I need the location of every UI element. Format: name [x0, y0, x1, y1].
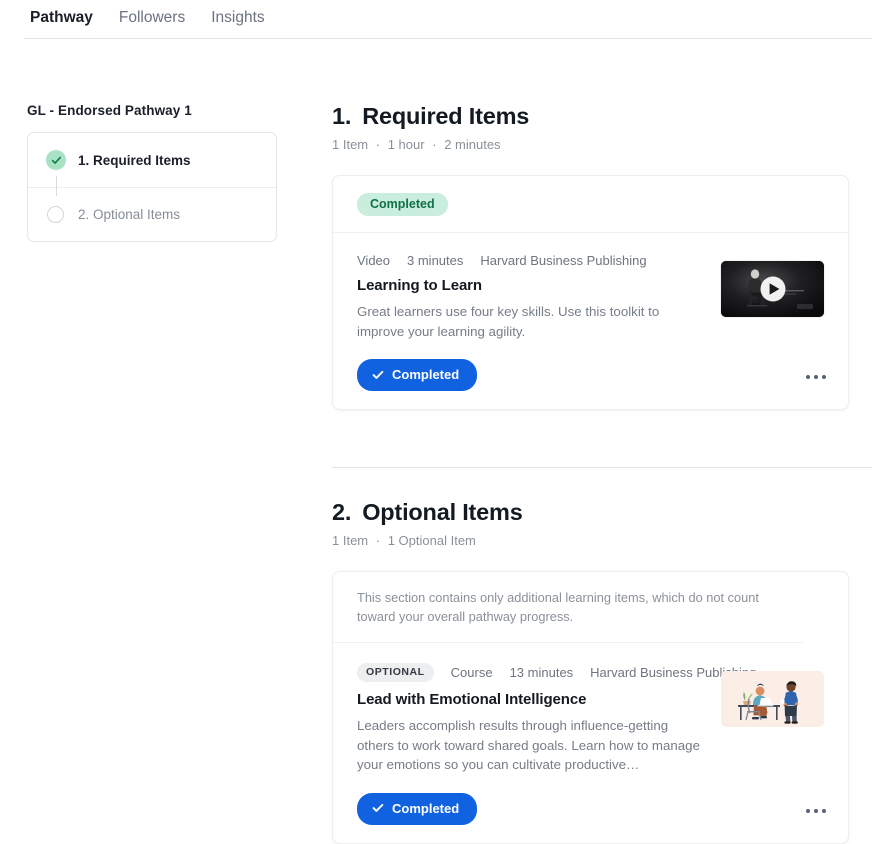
section-meta: 1 Item · 1 hour · 2 minutes: [332, 137, 872, 152]
check-icon: [372, 803, 384, 812]
check-circle-icon: [46, 150, 66, 170]
item-provider: Harvard Business Publishing: [480, 253, 647, 268]
empty-circle-icon: [47, 205, 64, 223]
section-meta-items: 1 Item: [332, 533, 369, 548]
section-meta-extra: 2 minutes: [444, 137, 501, 152]
card-status-banner: Completed: [333, 176, 848, 233]
section-number: 2.: [332, 499, 352, 525]
completed-button[interactable]: Completed: [357, 792, 478, 825]
nav-connector-line: [55, 176, 57, 196]
section-optional-items: 2. Optional Items 1 Item · 1 Optional It…: [332, 467, 872, 844]
pathway-section-nav: 1. Required Items 2. Optional Items: [27, 132, 277, 242]
meta-separator: ·: [375, 137, 381, 152]
tab-followers[interactable]: Followers: [119, 7, 185, 37]
kebab-dot: [806, 808, 810, 813]
item-type: Course: [450, 665, 493, 680]
section-meta-optional: 1 Optional Item: [387, 533, 476, 548]
meta-separator: ·: [375, 533, 381, 548]
kebab-dot: [806, 375, 810, 379]
kebab-dot: [822, 375, 826, 379]
sidebar-item-required-items[interactable]: 1. Required Items: [28, 133, 276, 187]
section-required-items: 1. Required Items 1 Item · 1 hour · 2 mi…: [332, 103, 872, 410]
sidebar-item-label: 2. Optional Items: [78, 207, 181, 222]
tab-bar: Pathway Followers Insights: [0, 0, 872, 39]
section-header: 2. Optional Items 1 Item · 1 Optional It…: [332, 499, 872, 548]
section-status-marker: [46, 205, 66, 225]
section-divider: [332, 467, 872, 468]
completed-button-label: Completed: [392, 800, 460, 816]
tab-pathway[interactable]: Pathway: [30, 7, 93, 37]
item-description: Leaders accomplish results through influ…: [357, 718, 700, 772]
check-icon: [372, 370, 384, 379]
section-title-text: Optional Items: [362, 499, 523, 525]
learning-item-card: Completed Video 3 minutes Harvard Busine…: [332, 175, 849, 410]
section-title-text: Required Items: [362, 103, 530, 129]
item-options-menu[interactable]: [800, 369, 832, 385]
status-badge-completed: Completed: [357, 193, 448, 216]
completed-button[interactable]: Completed: [357, 359, 478, 391]
pathway-sidebar: GL - Endorsed Pathway 1 1. Required Item…: [27, 103, 277, 242]
section-number: 1.: [332, 103, 352, 129]
item-description: Great learners use four key skills. Use …: [357, 304, 660, 339]
section-title: 2. Optional Items: [332, 499, 872, 526]
kebab-dot: [814, 808, 818, 813]
tab-insights[interactable]: Insights: [211, 7, 264, 37]
illustration-thumbnail[interactable]: [721, 671, 824, 727]
section-meta-items: 1 Item: [332, 137, 369, 152]
tab-list: Pathway Followers Insights: [30, 7, 265, 37]
card-body: OPTIONAL Course 13 minutes Harvard Busin…: [333, 643, 848, 843]
item-type: Video: [357, 253, 391, 268]
video-thumbnail[interactable]: [721, 261, 824, 317]
item-duration: 3 minutes: [407, 253, 464, 268]
page-content: GL - Endorsed Pathway 1 1. Required Item…: [0, 39, 872, 844]
meta-separator: ·: [432, 137, 437, 152]
section-meta: 1 Item · 1 Optional Item: [332, 533, 872, 548]
section-meta-duration: 1 hour: [387, 137, 425, 152]
section-status-marker: [46, 150, 66, 170]
sidebar-item-optional-items[interactable]: 2. Optional Items: [28, 176, 276, 241]
optional-badge: OPTIONAL: [357, 663, 434, 682]
completed-button-label: Completed: [392, 367, 460, 382]
item-options-menu[interactable]: [800, 803, 832, 819]
section-header: 1. Required Items 1 Item · 1 hour · 2 mi…: [332, 103, 872, 152]
pathway-title: GL - Endorsed Pathway 1: [27, 103, 192, 118]
card-body: Video 3 minutes Harvard Business Publish…: [333, 233, 848, 409]
sidebar-item-label: 1. Required Items: [78, 152, 191, 168]
kebab-dot: [814, 375, 818, 379]
optional-section-note: This section contains only additional le…: [333, 572, 803, 643]
item-duration: 13 minutes: [509, 665, 574, 680]
kebab-dot: [822, 808, 826, 813]
section-title: 1. Required Items: [332, 103, 872, 130]
learning-item-card: This section contains only additional le…: [332, 571, 849, 844]
